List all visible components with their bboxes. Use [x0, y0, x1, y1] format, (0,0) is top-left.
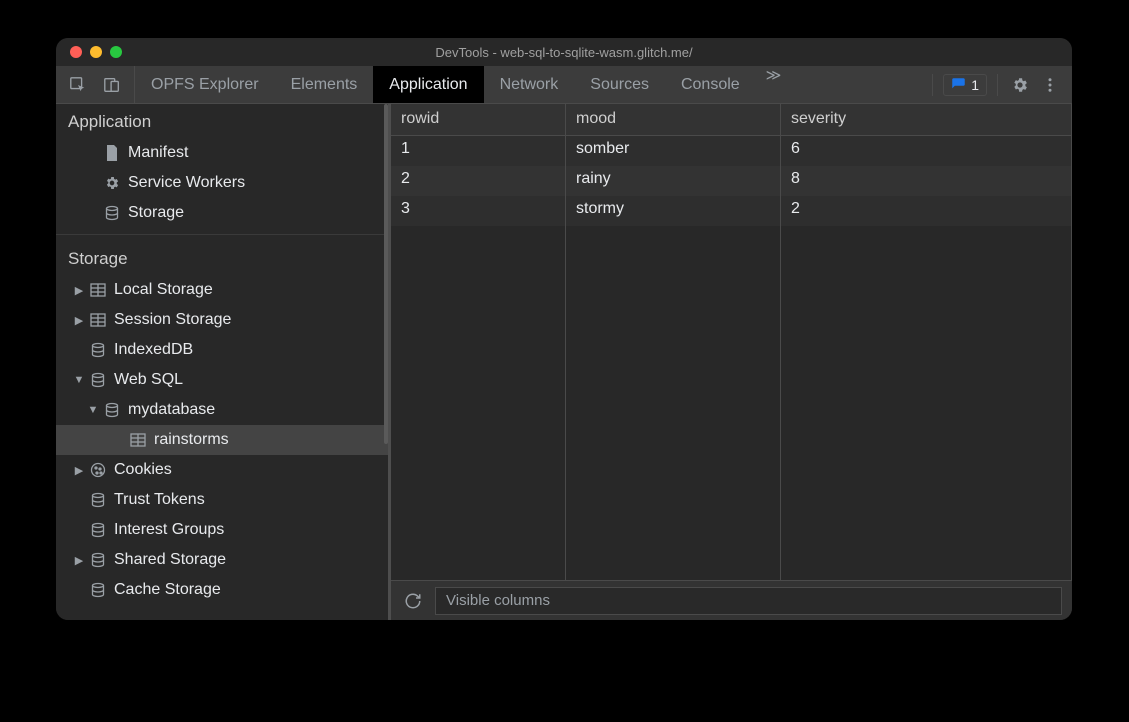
traffic-lights[interactable] — [56, 46, 122, 58]
more-tabs-icon[interactable]: ≫ — [756, 66, 792, 103]
table-body: 1 somber 6 2 rainy 8 3 stormy 2 — [391, 136, 1072, 580]
database-icon — [88, 492, 108, 508]
sidebar-item-label: Web SQL — [114, 371, 183, 389]
sidebar-item-interest-groups[interactable]: ▶ Interest Groups — [56, 515, 388, 545]
sidebar-item-service-workers[interactable]: ▶ Service Workers — [56, 168, 388, 198]
issues-count: 1 — [971, 77, 979, 93]
cell: 6 — [781, 136, 1072, 166]
divider — [932, 74, 933, 96]
database-icon — [102, 205, 122, 221]
gear-icon — [102, 175, 122, 191]
scrollbar[interactable] — [384, 104, 388, 444]
inspect-element-icon[interactable] — [66, 73, 90, 97]
sidebar-item-websql[interactable]: ▼ Web SQL — [56, 365, 388, 395]
database-icon — [102, 402, 122, 418]
cell: rainy — [566, 166, 781, 196]
sidebar-item-cache-storage[interactable]: ▶ Cache Storage — [56, 575, 388, 605]
cell: 8 — [781, 166, 1072, 196]
minimize-window-button[interactable] — [90, 46, 102, 58]
device-toolbar-icon[interactable] — [100, 73, 124, 97]
sidebar: Application ▶ Manifest ▶ Service Workers… — [56, 104, 391, 620]
tab-network[interactable]: Network — [484, 66, 575, 103]
window-title: DevTools - web-sql-to-sqlite-wasm.glitch… — [56, 45, 1072, 60]
sidebar-item-label: rainstorms — [154, 431, 229, 449]
table-footer — [391, 580, 1072, 620]
tab-elements[interactable]: Elements — [275, 66, 374, 103]
sidebar-item-local-storage[interactable]: ▶ Local Storage — [56, 275, 388, 305]
main-toolbar: OPFS Explorer Elements Application Netwo… — [56, 66, 1072, 104]
panel-tabs: OPFS Explorer Elements Application Netwo… — [135, 66, 756, 103]
cell: 2 — [781, 196, 1072, 226]
cell: 3 — [391, 196, 566, 226]
sidebar-item-label: IndexedDB — [114, 341, 193, 359]
maximize-window-button[interactable] — [110, 46, 122, 58]
titlebar: DevTools - web-sql-to-sqlite-wasm.glitch… — [56, 38, 1072, 66]
database-icon — [88, 582, 108, 598]
sidebar-item-label: Interest Groups — [114, 521, 224, 539]
main-panel: rowid mood severity 1 somber 6 2 rainy 8 — [391, 104, 1072, 620]
cell: stormy — [566, 196, 781, 226]
sidebar-item-manifest[interactable]: ▶ Manifest — [56, 138, 388, 168]
table-row[interactable]: 1 somber 6 — [391, 136, 1072, 166]
sidebar-item-label: Cookies — [114, 461, 172, 479]
sid ebar-item-label: Cache Storage — [114, 581, 221, 599]
sidebar-item-storage-overview[interactable]: ▶ Storage — [56, 198, 388, 228]
cell: 1 — [391, 136, 566, 166]
table-icon — [88, 313, 108, 327]
refresh-icon[interactable] — [401, 589, 425, 613]
sidebar-item-label: Local Storage — [114, 281, 213, 299]
database-icon — [88, 372, 108, 388]
visible-columns-input[interactable] — [435, 587, 1062, 615]
column-header-severity[interactable]: severity — [781, 104, 1072, 135]
table-row[interactable]: 2 rainy 8 — [391, 166, 1072, 196]
devtools-window: DevTools - web-sql-to-sqlite-wasm.glitch… — [56, 38, 1072, 620]
cell: 2 — [391, 166, 566, 196]
sidebar-item-label: Session Storage — [114, 311, 231, 329]
cookie-icon — [88, 462, 108, 478]
table-icon — [128, 433, 148, 447]
column-header-mood[interactable]: mood — [566, 104, 781, 135]
more-options-icon[interactable] — [1038, 73, 1062, 97]
sidebar-item-label: Shared Storage — [114, 551, 226, 569]
sidebar-item-session-storage[interactable]: ▶ Session Storage — [56, 305, 388, 335]
database-icon — [88, 522, 108, 538]
table-row[interactable]: 3 stormy 2 — [391, 196, 1072, 226]
column-header-rowid[interactable]: rowid — [391, 104, 566, 135]
issues-badge[interactable]: 1 — [943, 74, 987, 96]
database-icon — [88, 342, 108, 358]
file-icon — [102, 145, 122, 161]
tab-application[interactable]: Application — [373, 66, 483, 103]
sidebar-item-cookies[interactable]: ▶ Cookies — [56, 455, 388, 485]
sidebar-item-rainstorms[interactable]: rainstorms — [56, 425, 388, 455]
close-window-button[interactable] — [70, 46, 82, 58]
tab-console[interactable]: Console — [665, 66, 756, 103]
sidebar-item-shared-storage[interactable]: ▶ Shared Storage — [56, 545, 388, 575]
sidebar-item-label: Storage — [128, 204, 184, 222]
settings-icon[interactable] — [1008, 73, 1032, 97]
sidebar-item-label: mydatabase — [128, 401, 215, 419]
sidebar-item-trust-tokens[interactable]: ▶ Trust Tokens — [56, 485, 388, 515]
sidebar-item-indexeddb[interactable]: ▶ IndexedDB — [56, 335, 388, 365]
section-application: Application — [56, 104, 388, 138]
table-icon — [88, 283, 108, 297]
sidebar-item-mydatabase[interactable]: ▼ mydatabase — [56, 395, 388, 425]
section-storage: Storage — [56, 241, 388, 275]
sidebar-item-label: Service Workers — [128, 174, 245, 192]
table-header: rowid mood severity — [391, 104, 1072, 136]
database-icon — [88, 552, 108, 568]
sidebar-item-label: Manifest — [128, 144, 188, 162]
data-table: rowid mood severity 1 somber 6 2 rainy 8 — [391, 104, 1072, 580]
tab-opfs-explorer[interactable]: OPFS Explorer — [135, 66, 275, 103]
cell: somber — [566, 136, 781, 166]
divider — [997, 74, 998, 96]
tab-sources[interactable]: Sources — [574, 66, 665, 103]
sidebar-item-label: Trust Tokens — [114, 491, 205, 509]
